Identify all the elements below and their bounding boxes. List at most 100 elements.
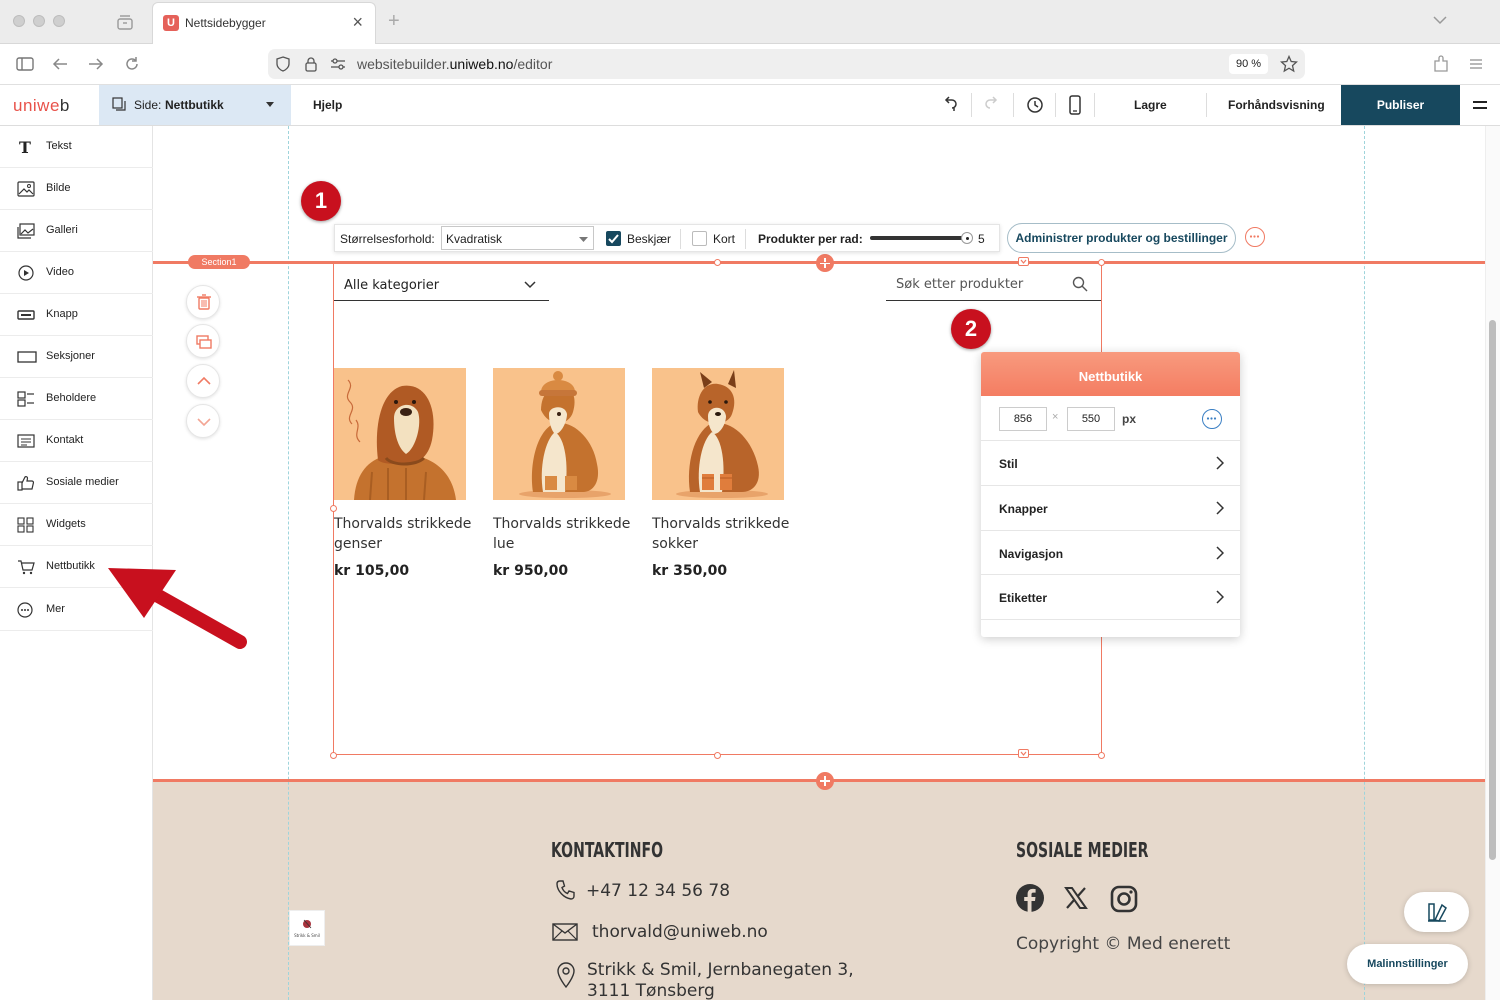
email-address[interactable]: thorvald@uniweb.no (592, 922, 768, 942)
sidebar-item-label: Galleri (46, 224, 78, 236)
reload-icon[interactable] (124, 56, 140, 72)
panel-row-knapper[interactable]: Knapper (981, 485, 1240, 530)
slider-knob[interactable] (961, 232, 973, 244)
product-search-input[interactable]: Søk etter produkter (886, 270, 1101, 301)
widget-more-icon[interactable] (1245, 227, 1265, 247)
resize-handle-bottom[interactable] (714, 752, 721, 759)
save-button[interactable]: Lagre (1134, 98, 1167, 112)
video-icon (17, 265, 35, 281)
url-text[interactable]: websitebuilder.uniweb.no/editor (357, 56, 552, 72)
tab-close-icon[interactable]: × (352, 12, 363, 33)
ratio-select[interactable]: Kvadratisk (441, 226, 594, 250)
email-icon (552, 923, 578, 941)
crop-checkbox[interactable] (606, 231, 621, 246)
browser-tab[interactable]: U Nettsidebygger × (152, 2, 376, 44)
phone-number[interactable]: +47 12 34 56 78 (586, 881, 730, 901)
publish-button[interactable]: Publiser (1341, 85, 1460, 125)
bookmark-star-icon[interactable] (1280, 55, 1298, 73)
new-tab-icon[interactable]: + (388, 10, 400, 33)
window-close-dot[interactable] (13, 15, 25, 27)
section-tag[interactable]: Section1 (188, 255, 250, 269)
category-dropdown[interactable]: Alle kategorier (334, 270, 549, 301)
product-image-hat-dog[interactable] (493, 368, 625, 500)
product-image-socks-dog[interactable] (652, 368, 784, 500)
product-name[interactable]: Thorvalds strikkede sokker (652, 514, 792, 554)
ratio-label: Størrelsesforhold: (340, 232, 435, 246)
sidebar-item-sosiale-medier[interactable]: Sosiale medier (0, 462, 153, 504)
sidebar-item-widgets[interactable]: Widgets (0, 504, 153, 546)
url-path: /editor (513, 56, 553, 72)
card-checkbox[interactable] (692, 231, 707, 246)
height-input[interactable]: 550 (1067, 407, 1115, 431)
panel-row-navigasjon[interactable]: Navigasjon (981, 530, 1240, 575)
instagram-icon[interactable] (1110, 885, 1138, 913)
page-selector[interactable]: Side: Nettbutikk (99, 85, 291, 125)
chevron-down-icon (524, 281, 536, 289)
panel-row-label: Etiketter (999, 591, 1048, 605)
preview-button[interactable]: Forhåndsvisning (1228, 98, 1325, 112)
dimension-separator: × (1052, 411, 1059, 423)
sidebar-item-kontakt[interactable]: Kontakt (0, 420, 153, 462)
sidebar-item-beholdere[interactable]: Beholdere (0, 378, 153, 420)
height-adjust-bottom-icon[interactable] (1018, 749, 1029, 758)
resize-handle-top-right[interactable] (1098, 259, 1105, 266)
mobile-preview-icon[interactable] (1069, 95, 1081, 115)
window-minimize-dot[interactable] (33, 15, 45, 27)
menu-icon[interactable] (1468, 56, 1484, 72)
site-footer[interactable]: Strikk & Smil KONTAKTINFO +47 12 34 56 7… (153, 782, 1485, 1000)
duplicate-section-button[interactable] (186, 324, 220, 358)
product-name[interactable]: Thorvalds strikkede genser (334, 514, 474, 554)
move-section-down-button[interactable] (186, 404, 220, 438)
tab-overview-icon[interactable] (116, 14, 134, 30)
logo-text-main: uniwe (13, 96, 60, 115)
sidebar-item-seksjoner[interactable]: Seksjoner (0, 336, 153, 378)
forward-icon[interactable] (88, 56, 104, 72)
editor-menu-icon[interactable] (1472, 98, 1488, 112)
toolbar-divider (1206, 93, 1207, 117)
undo-icon[interactable] (942, 96, 958, 112)
site-settings-icon[interactable] (330, 57, 346, 71)
template-settings-button[interactable]: Malinnstillinger (1347, 944, 1468, 984)
content-guide-left (288, 126, 289, 1000)
shield-icon[interactable] (276, 56, 290, 72)
sidebar-toggle-icon[interactable] (16, 57, 34, 71)
panel-more-icon[interactable] (1202, 409, 1222, 429)
window-zoom-dot[interactable] (53, 15, 65, 27)
sidebar-item-bilde[interactable]: Bilde (0, 168, 153, 210)
sidebar-item-video[interactable]: Video (0, 252, 153, 294)
help-menu[interactable]: Hjelp (313, 98, 342, 112)
site-logo[interactable]: Strikk & Smil (289, 910, 325, 946)
resize-handle-bottom-right[interactable] (1098, 752, 1105, 759)
resize-handle-left[interactable] (330, 505, 337, 512)
per-row-slider[interactable] (870, 236, 970, 240)
resize-handle-top[interactable] (714, 259, 721, 266)
sidebar-item-tekst[interactable]: T Tekst (0, 126, 153, 168)
facebook-icon[interactable] (1016, 884, 1044, 912)
search-icon[interactable] (1072, 276, 1088, 292)
height-adjust-top-icon[interactable] (1018, 257, 1029, 266)
product-name[interactable]: Thorvalds strikkede lue (493, 514, 633, 554)
back-icon[interactable] (52, 56, 68, 72)
move-section-up-button[interactable] (186, 364, 220, 398)
history-icon[interactable] (1026, 96, 1044, 114)
add-section-below-button[interactable] (816, 772, 834, 790)
product-price: kr 350,00 (652, 563, 728, 579)
scrollbar-thumb[interactable] (1489, 320, 1496, 860)
lock-icon[interactable] (304, 56, 318, 72)
sidebar-item-knapp[interactable]: Knapp (0, 294, 153, 336)
delete-section-button[interactable] (186, 285, 220, 319)
product-image-sweater-dog[interactable] (334, 368, 466, 500)
extensions-icon[interactable] (1432, 55, 1450, 73)
address-bar[interactable]: websitebuilder.uniweb.no/editor 90 % (268, 49, 1305, 79)
panel-row-stil[interactable]: Stil (981, 440, 1240, 485)
width-input[interactable]: 856 (999, 407, 1047, 431)
x-twitter-icon[interactable] (1064, 886, 1088, 910)
tab-list-chevron-icon[interactable] (1432, 14, 1448, 26)
zoom-level[interactable]: 90 % (1229, 54, 1269, 74)
redo-icon[interactable] (984, 96, 1000, 112)
sidebar-item-galleri[interactable]: Galleri (0, 210, 153, 252)
resize-handle-bottom-left[interactable] (330, 752, 337, 759)
manage-products-button[interactable]: Administrer produkter og bestillinger (1007, 223, 1236, 253)
panel-row-etiketter[interactable]: Etiketter (981, 574, 1240, 619)
design-settings-button[interactable] (1404, 892, 1469, 932)
